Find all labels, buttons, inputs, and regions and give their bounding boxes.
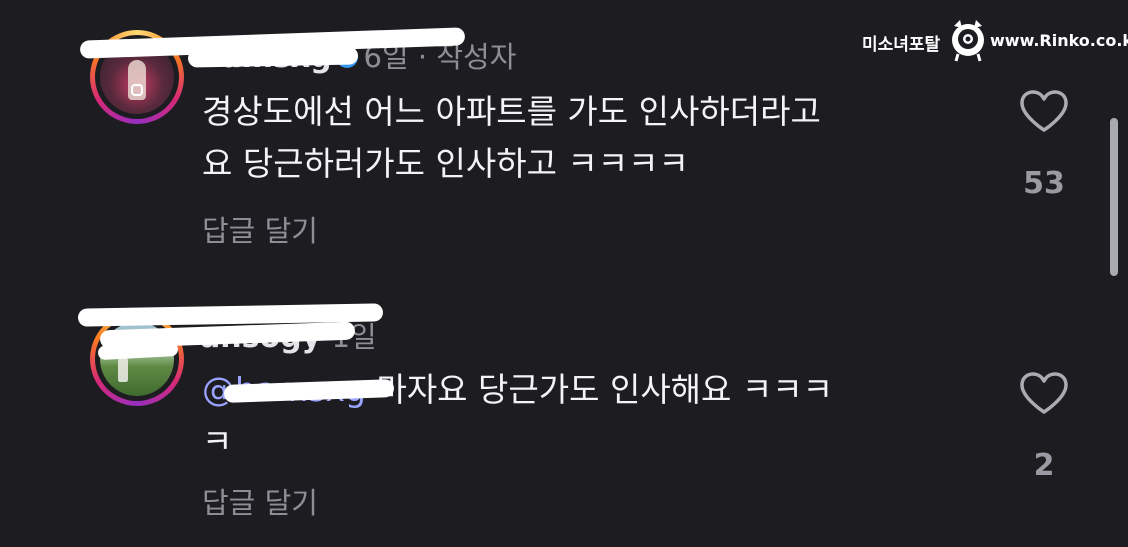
comment-text-line: ㅋ [202,422,233,461]
watermark-left-text: 미소녀포탈 [862,35,941,55]
heart-outline-icon[interactable] [1019,89,1069,133]
like-count: 53 [1023,166,1065,201]
reply-button[interactable]: 답글 달기 [202,208,318,250]
comment-text: @hamsxg 마자요 당근가도 인사해요 ㅋㅋㅋ ㅋ [202,364,833,468]
watermark: 미소녀포탈 www.Rinko.co.kr [862,18,1128,66]
watermark-right-text: www.Rinko.co.kr [990,31,1128,50]
heart-outline-icon[interactable] [1019,371,1069,415]
mascot-logo-icon [952,20,984,62]
like-count: 2 [1033,448,1055,483]
comment-text-line: 경상도에선 어느 아파트를 가도 인사하더라고 [202,92,821,131]
comment-text-line: 요 당근하러가도 인사하고 ㅋㅋㅋㅋ [202,144,689,183]
instagram-icon [131,84,143,96]
redaction-scribble [187,46,359,68]
scrollbar[interactable] [1110,118,1118,276]
reply-button[interactable]: 답글 달기 [202,480,318,522]
comment-text: 경상도에선 어느 아파트를 가도 인사하더라고 요 당근하러가도 인사하고 ㅋㅋ… [202,86,821,190]
